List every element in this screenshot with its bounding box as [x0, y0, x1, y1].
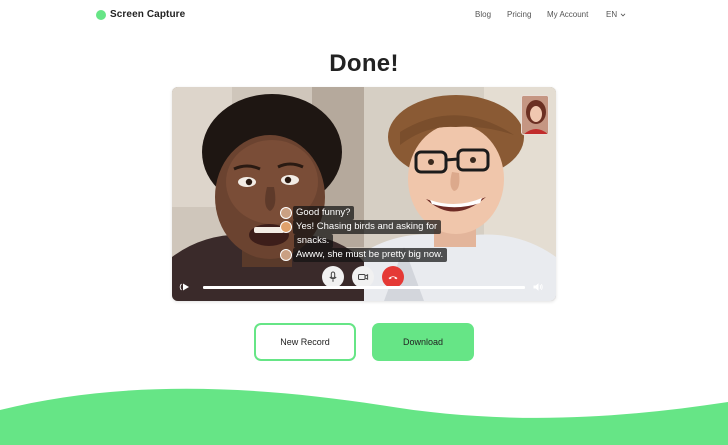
- footer-wave: [0, 388, 728, 445]
- brand-logo-icon: [96, 9, 106, 20]
- microphone-icon: [329, 271, 337, 282]
- play-icon[interactable]: [179, 281, 191, 293]
- page-title: Done!: [329, 50, 399, 77]
- caption-text: Awww, she must be pretty big now.: [293, 248, 448, 262]
- volume-icon[interactable]: [532, 281, 544, 293]
- header: Screen Capture Blog Pricing My Account E…: [0, 0, 728, 30]
- caption-text: Yes! Chasing birds and asking for: [293, 220, 442, 234]
- nav-my-account[interactable]: My Account: [547, 10, 588, 19]
- new-record-button[interactable]: New Record: [254, 323, 356, 361]
- microphone-button[interactable]: [322, 266, 344, 288]
- end-call-icon: [388, 276, 398, 280]
- download-button[interactable]: Download: [372, 323, 474, 361]
- language-label: EN: [606, 10, 618, 19]
- progress-fill: [203, 286, 525, 289]
- caption-line: snacks.: [293, 234, 334, 248]
- participant-self-image: [522, 96, 548, 134]
- caption-line: Good funny?: [280, 206, 355, 220]
- brand[interactable]: Screen Capture: [96, 9, 185, 20]
- video-camera-icon: [358, 273, 369, 281]
- nav-blog[interactable]: Blog: [475, 10, 491, 19]
- self-view-thumbnail[interactable]: [521, 95, 549, 135]
- progress-bar[interactable]: [203, 286, 525, 289]
- caption-line: Awww, she must be pretty big now.: [280, 248, 448, 262]
- caption-text: snacks.: [294, 234, 334, 248]
- end-call-button[interactable]: [382, 266, 404, 288]
- brand-name: Screen Capture: [110, 9, 186, 20]
- caption-avatar: [280, 221, 292, 233]
- caption-line: Yes! Chasing birds and asking for: [280, 220, 442, 234]
- camera-button[interactable]: [352, 266, 374, 288]
- caption-avatar: [280, 207, 292, 219]
- caption-avatar: [280, 249, 292, 261]
- language-selector[interactable]: EN: [606, 10, 626, 19]
- nav-pricing[interactable]: Pricing: [507, 10, 531, 19]
- caption-text: Good funny?: [293, 206, 355, 220]
- chevron-down-icon: [620, 13, 626, 16]
